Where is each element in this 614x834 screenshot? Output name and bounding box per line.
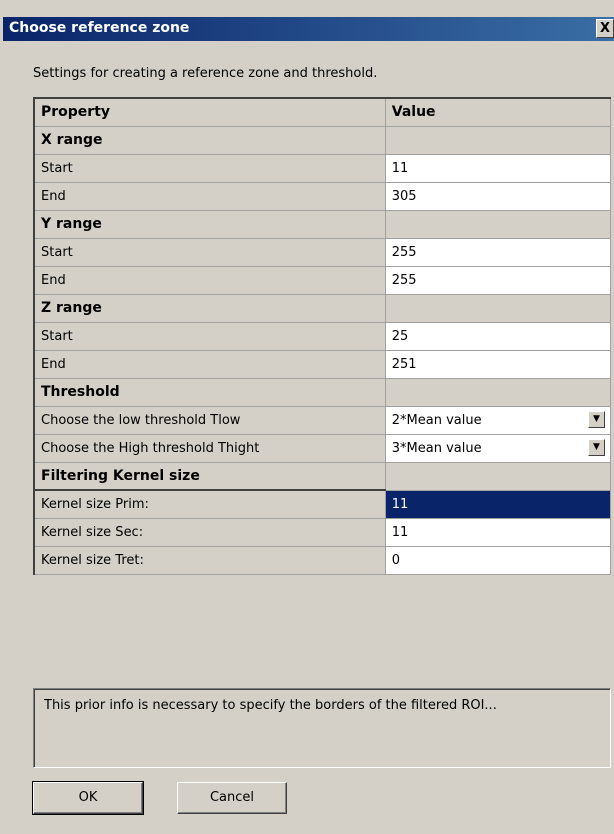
grid-category-row: Z range bbox=[33, 293, 612, 323]
property-name: Kernel size Tret: bbox=[33, 545, 386, 575]
category-label: Filtering Kernel size bbox=[33, 461, 386, 491]
property-value-field[interactable]: 305 bbox=[384, 181, 612, 211]
category-value-cell bbox=[384, 293, 612, 323]
dropdown-arrow-icon[interactable]: ▼ bbox=[588, 438, 605, 456]
property-grid: Property Value X range Start 11 End 305 Y ran… bbox=[33, 97, 612, 575]
grid-property-row[interactable]: Kernel size Sec: 11 bbox=[33, 517, 612, 547]
dropdown-arrow-icon[interactable]: ▼ bbox=[588, 410, 605, 428]
grid-property-row[interactable]: Start 255 bbox=[33, 237, 612, 267]
grid-property-row[interactable]: End 305 bbox=[33, 181, 612, 211]
property-value: 255 bbox=[391, 272, 417, 288]
property-value: 11 bbox=[391, 160, 409, 176]
category-value-cell bbox=[384, 461, 612, 491]
grid-property-row[interactable]: End 255 bbox=[33, 265, 612, 295]
value-column-header: Value bbox=[384, 97, 612, 127]
category-value-cell bbox=[384, 125, 612, 155]
property-name: Choose the High threshold Thight bbox=[33, 433, 386, 463]
property-value: 11 bbox=[391, 524, 409, 540]
property-value-field[interactable]: 25 bbox=[384, 321, 612, 351]
property-name: Choose the low threshold Tlow bbox=[33, 405, 386, 435]
grid-property-row[interactable]: Start 11 bbox=[33, 153, 612, 183]
property-value: 255 bbox=[391, 244, 417, 260]
choose-reference-zone-dialog: Choose reference zone X Settings for cre… bbox=[0, 0, 614, 834]
category-value-cell bbox=[384, 377, 612, 407]
grid-category-row: X range bbox=[33, 125, 612, 155]
title-bar[interactable]: Choose reference zone X bbox=[3, 17, 614, 41]
property-value: 251 bbox=[391, 356, 417, 372]
dialog-description: Settings for creating a reference zone a… bbox=[33, 66, 378, 81]
property-value-field[interactable]: 11 bbox=[384, 517, 612, 547]
dialog-title: Choose reference zone bbox=[9, 20, 190, 36]
grid-category-row: Y range bbox=[33, 209, 612, 239]
property-value-field[interactable]: 11 bbox=[384, 153, 612, 183]
category-label: X range bbox=[33, 125, 386, 155]
category-value-cell bbox=[384, 209, 612, 239]
property-value: 305 bbox=[391, 188, 417, 204]
grid-property-row[interactable]: Choose the High threshold Thight 3*Mean v… bbox=[33, 433, 612, 463]
property-name: End bbox=[33, 181, 386, 211]
cancel-button[interactable]: Cancel bbox=[177, 782, 287, 814]
close-icon: X bbox=[599, 21, 611, 36]
ok-button[interactable]: OK bbox=[32, 781, 144, 815]
threshold-dropdown[interactable]: 3*Mean value ▼ bbox=[384, 433, 612, 463]
property-value-field[interactable]: 251 bbox=[384, 349, 612, 379]
property-name: End bbox=[33, 265, 386, 295]
property-name: Start bbox=[33, 321, 386, 351]
grid-category-row: Filtering Kernel size bbox=[33, 461, 612, 491]
category-label: Z range bbox=[33, 293, 386, 323]
property-value-field[interactable]: 255 bbox=[384, 237, 612, 267]
grid-header-row: Property Value bbox=[33, 97, 612, 127]
grid-property-row[interactable]: Kernel size Prim: 11 bbox=[33, 489, 612, 519]
grid-category-row: Threshold bbox=[33, 377, 612, 407]
property-name: End bbox=[33, 349, 386, 379]
property-value: 2*Mean value bbox=[391, 412, 482, 428]
property-value: 0 bbox=[391, 552, 401, 568]
info-description-box: This prior info is necessary to specify … bbox=[33, 688, 611, 768]
property-name: Start bbox=[33, 153, 386, 183]
property-column-header: Property bbox=[33, 97, 386, 127]
property-value-field[interactable]: 0 bbox=[384, 545, 612, 575]
grid-property-row[interactable]: Choose the low threshold Tlow 2*Mean valu… bbox=[33, 405, 612, 435]
property-name: Start bbox=[33, 237, 386, 267]
threshold-dropdown[interactable]: 2*Mean value ▼ bbox=[384, 405, 612, 435]
grid-property-row[interactable]: End 251 bbox=[33, 349, 612, 379]
grid-property-row[interactable]: Kernel size Tret: 0 bbox=[33, 545, 612, 575]
grid-property-row[interactable]: Start 25 bbox=[33, 321, 612, 351]
property-value: 25 bbox=[391, 328, 409, 344]
property-name: Kernel size Prim: bbox=[33, 489, 386, 519]
property-value: 3*Mean value bbox=[391, 440, 482, 456]
property-value-field[interactable]: 11 bbox=[384, 489, 612, 519]
category-label: Threshold bbox=[33, 377, 386, 407]
property-name: Kernel size Sec: bbox=[33, 517, 386, 547]
close-button[interactable]: X bbox=[596, 19, 614, 38]
property-value-field[interactable]: 255 bbox=[384, 265, 612, 295]
category-label: Y range bbox=[33, 209, 386, 239]
property-value: 11 bbox=[391, 496, 409, 512]
